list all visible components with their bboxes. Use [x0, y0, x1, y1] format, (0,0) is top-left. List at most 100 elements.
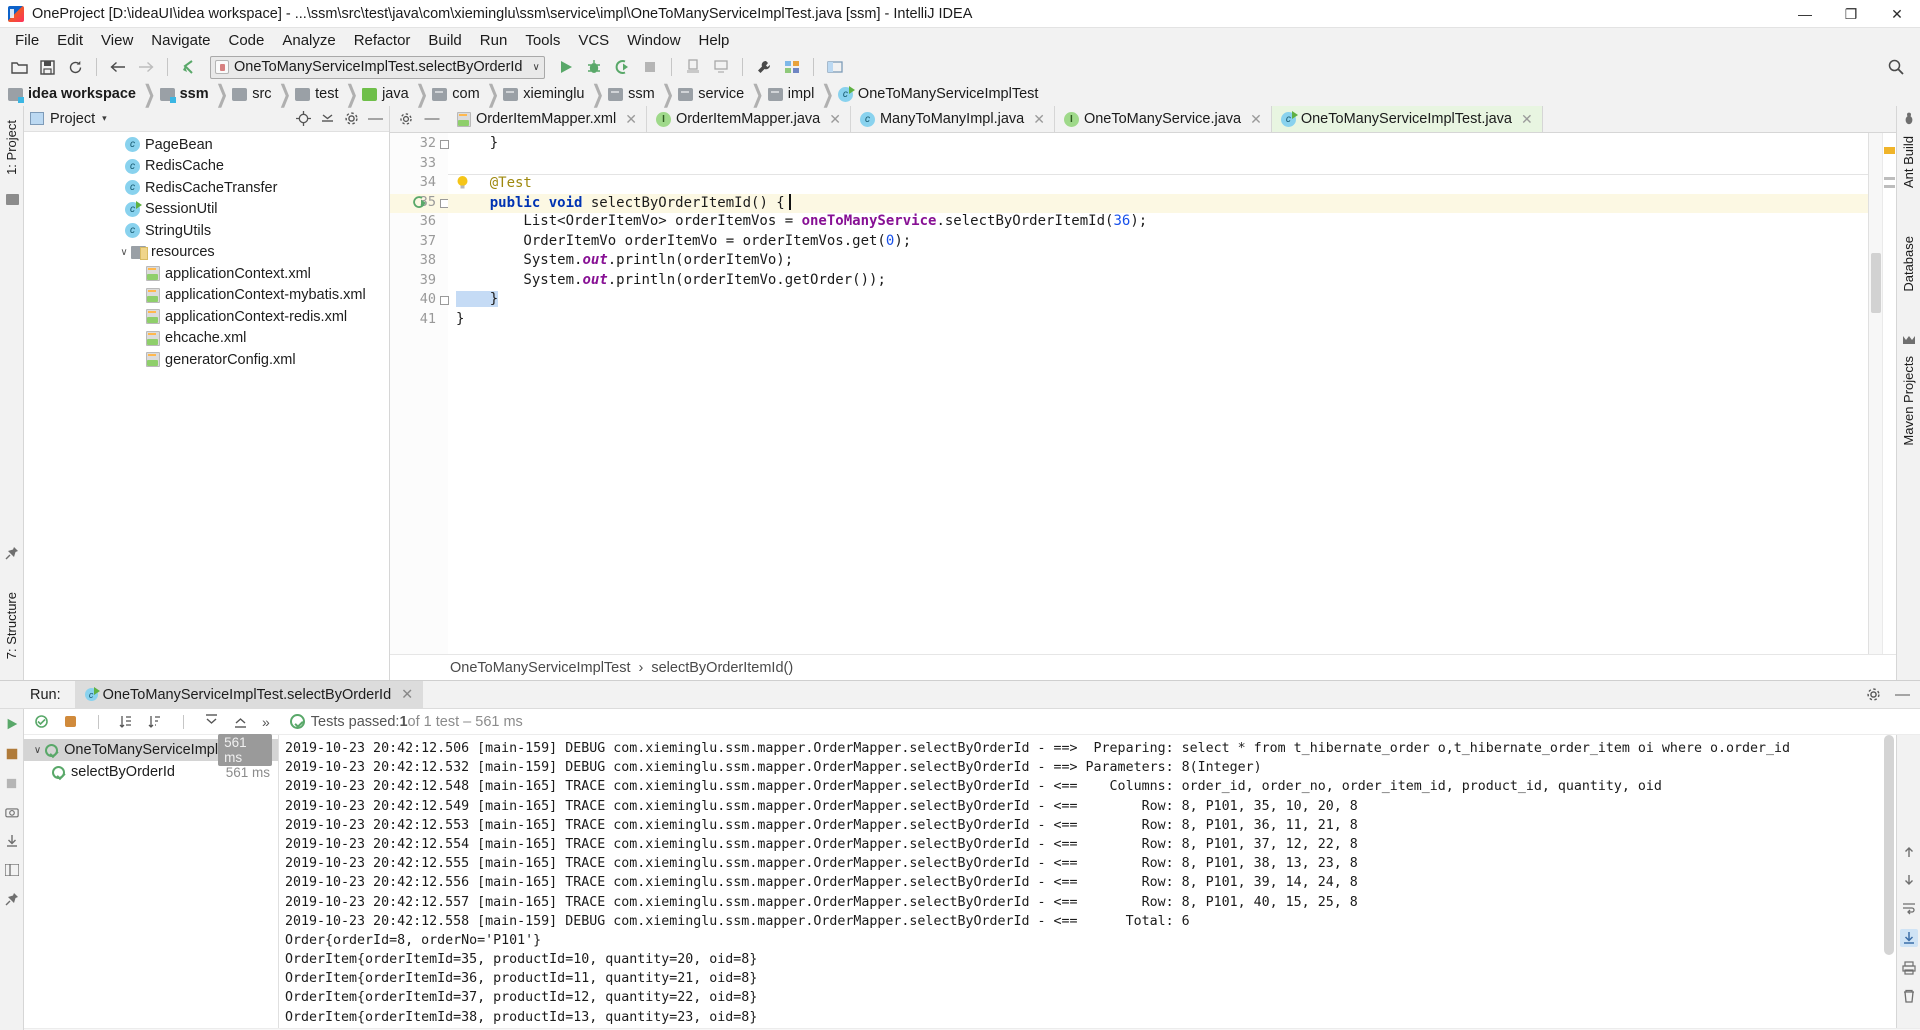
menu-edit[interactable]: Edit [48, 30, 92, 51]
run-test-gutter-icon[interactable] [412, 195, 428, 211]
editor-breadcrumb-class[interactable]: OneToManyServiceImplTest [450, 660, 631, 676]
pin-icon[interactable] [5, 892, 19, 906]
menu-view[interactable]: View [92, 30, 142, 51]
hide-panel-icon[interactable]: — [368, 111, 383, 126]
editor-breadcrumb-method[interactable]: selectByOrderItemId() [651, 660, 793, 676]
settings-icon[interactable] [779, 55, 805, 79]
ant-build-icon[interactable] [1902, 112, 1916, 126]
collapse-all-icon[interactable] [233, 714, 248, 729]
toggle-coverage-icon[interactable] [63, 714, 78, 729]
save-all-icon[interactable] [34, 55, 60, 79]
build-module-icon[interactable] [708, 55, 734, 79]
breadcrumb-item-xieminglu[interactable]: xieminglu [501, 86, 589, 102]
breadcrumb-item-class[interactable]: c OneToManyServiceImplTest [836, 85, 1044, 102]
stop-icon[interactable] [5, 777, 18, 790]
run-configuration-selector[interactable]: OneToManyServiceImplTest.selectByOrderId… [210, 55, 545, 79]
minimize-button[interactable]: — [1782, 0, 1828, 28]
tree-item-stringutils[interactable]: c StringUtils [24, 220, 389, 242]
locate-icon[interactable] [296, 111, 311, 126]
sidebar-item-project[interactable]: 1: Project [4, 114, 19, 181]
print-icon[interactable] [1901, 961, 1916, 975]
close-icon[interactable]: ✕ [1521, 111, 1533, 128]
chevron-down-icon[interactable]: ∨ [30, 745, 45, 756]
tab-manytomanyimpl-java[interactable]: c ManyToManyImpl.java ✕ [850, 106, 1055, 132]
scroll-up-icon[interactable] [1902, 845, 1916, 859]
settings-gear-icon[interactable] [399, 112, 413, 126]
sidebar-item-ant-build[interactable]: Ant Build [1901, 126, 1916, 198]
settings-gear-icon[interactable] [1866, 687, 1881, 702]
change-marker[interactable] [1884, 185, 1895, 188]
breadcrumb-item-ssm-pkg[interactable]: ssm [606, 86, 660, 102]
close-icon[interactable]: ✕ [401, 687, 413, 703]
hide-panel-icon[interactable]: — [1895, 687, 1910, 702]
stop-icon[interactable] [637, 55, 663, 79]
test-results-tree[interactable]: ∨ OneToManyServiceImpl 561 ms selectByOr… [24, 734, 279, 1028]
coverage-icon[interactable] [5, 747, 19, 761]
menu-build[interactable]: Build [419, 30, 470, 51]
sort-duration-icon[interactable] [148, 714, 163, 729]
breadcrumb-item-service[interactable]: service [676, 86, 749, 102]
tab-onetomanyserviceimpltest-java[interactable]: c OneToManyServiceImplTest.java ✕ [1271, 106, 1543, 132]
debug-icon[interactable] [581, 55, 607, 79]
tree-item-ehcache-xml[interactable]: ehcache.xml [24, 328, 389, 350]
forward-arrow-icon[interactable] [133, 55, 159, 79]
build-icon[interactable] [680, 55, 706, 79]
tree-item-rediscache[interactable]: c RedisCache [24, 156, 389, 178]
tree-item-generatorconfig-xml[interactable]: generatorConfig.xml [24, 349, 389, 371]
open-folder-icon[interactable] [6, 55, 32, 79]
sidebar-item-structure[interactable]: 7: Structure [4, 586, 19, 665]
breadcrumb-item-idea-workspace[interactable]: idea workspace [6, 86, 141, 103]
console-output[interactable]: 2019-10-23 20:42:12.506 [main-159] DEBUG… [279, 735, 1896, 1028]
code-editor[interactable]: 32 33 34 35 36 37 38 39 40 41} @Test pu… [390, 133, 1896, 654]
sidebar-item-maven-projects[interactable]: Maven Projects [1901, 346, 1916, 456]
tree-item-applicationcontext-redis-xml[interactable]: applicationContext-redis.xml [24, 306, 389, 328]
run-icon[interactable] [553, 55, 579, 79]
menu-help[interactable]: Help [690, 30, 739, 51]
menu-run[interactable]: Run [471, 30, 517, 51]
close-icon[interactable]: ✕ [625, 111, 637, 128]
editor-marker-bar[interactable] [1882, 133, 1896, 654]
chevron-down-icon[interactable]: ▾ [102, 113, 107, 124]
tree-item-applicationcontext-mybatis-xml[interactable]: applicationContext-mybatis.xml [24, 285, 389, 307]
undo-icon[interactable] [176, 55, 202, 79]
project-structure-icon[interactable] [822, 55, 848, 79]
close-icon[interactable]: ✕ [1033, 111, 1045, 128]
tree-item-sessionutil[interactable]: c SessionUtil [24, 199, 389, 221]
pin-icon[interactable] [5, 546, 19, 560]
export-icon[interactable] [5, 834, 19, 848]
tree-item-rediscachetransfer[interactable]: c RedisCacheTransfer [24, 177, 389, 199]
project-tree[interactable]: c PageBean c RedisCache c RedisCacheTransfe… [24, 132, 389, 680]
close-button[interactable]: ✕ [1874, 0, 1920, 28]
tree-item-resources[interactable]: ∨ resources [24, 242, 389, 264]
tree-item-applicationcontext-xml[interactable]: applicationContext.xml [24, 263, 389, 285]
scrollbar-thumb[interactable] [1884, 735, 1894, 955]
run-coverage-icon[interactable] [609, 55, 635, 79]
breadcrumb-item-java[interactable]: java [360, 86, 414, 102]
run-session-tab[interactable]: c OneToManyServiceImplTest.selectByOrder… [74, 680, 424, 709]
tree-item-pagebean[interactable]: c PageBean [24, 134, 389, 156]
hide-editor-icon[interactable]: — [425, 111, 440, 126]
soft-wrap-icon[interactable] [1902, 901, 1916, 915]
test-tree-row-method[interactable]: selectByOrderId 561 ms [24, 761, 278, 783]
tab-onetomanyservice-java[interactable]: I OneToManyService.java ✕ [1054, 106, 1272, 132]
menu-refactor[interactable]: Refactor [345, 30, 420, 51]
run-icon[interactable] [5, 717, 19, 731]
menu-code[interactable]: Code [219, 30, 273, 51]
more-options-icon[interactable]: » [262, 714, 270, 730]
scrollbar-thumb[interactable] [1871, 253, 1881, 313]
menu-window[interactable]: Window [618, 30, 689, 51]
sidebar-item-database[interactable]: Database [1901, 226, 1916, 302]
layout-icon[interactable] [4, 864, 19, 876]
camera-icon[interactable] [4, 806, 19, 818]
folder-icon[interactable] [6, 194, 19, 205]
tab-orderitemmapper-java[interactable]: I OrderItemMapper.java ✕ [646, 106, 851, 132]
close-icon[interactable]: ✕ [829, 111, 841, 128]
breadcrumb-item-impl[interactable]: impl [766, 86, 820, 102]
menu-navigate[interactable]: Navigate [142, 30, 219, 51]
sync-icon[interactable] [62, 55, 88, 79]
change-marker[interactable] [1884, 177, 1895, 180]
menu-analyze[interactable]: Analyze [273, 30, 344, 51]
console-scrollbar[interactable] [1884, 735, 1894, 1028]
test-tree-row-class[interactable]: ∨ OneToManyServiceImpl 561 ms [24, 734, 278, 766]
wrench-icon[interactable] [751, 55, 777, 79]
